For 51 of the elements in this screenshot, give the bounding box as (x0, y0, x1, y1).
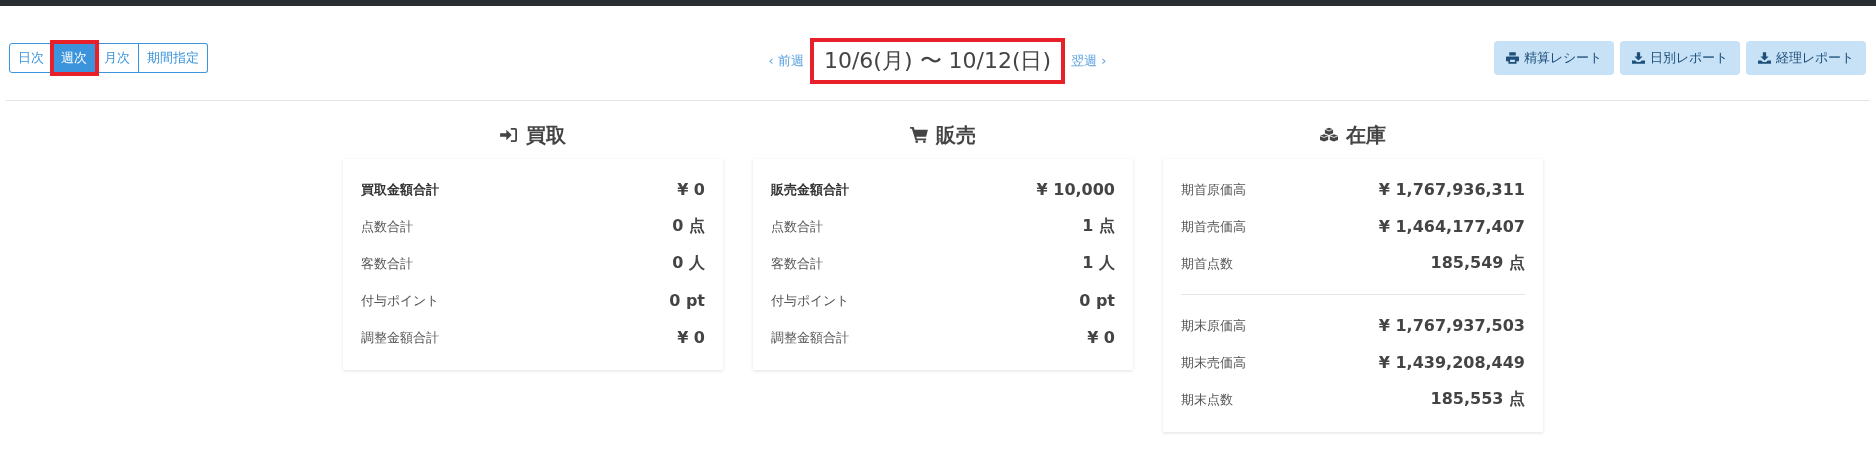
row-label: 付与ポイント (361, 291, 439, 310)
row-label: 期末売価高 (1181, 353, 1246, 372)
row-label: 調整金額合計 (361, 328, 439, 347)
row-value: 0 点 (672, 216, 705, 237)
cart-icon (910, 127, 928, 143)
section-title: 販売 (936, 121, 976, 149)
row-value: ¥ 1,767,936,311 (1378, 180, 1525, 199)
receipt-button[interactable]: 精算レシート (1494, 41, 1614, 75)
report-button[interactable]: 日別レポート (1620, 41, 1740, 75)
cubes-icon (1320, 127, 1338, 143)
section-title: 在庫 (1346, 121, 1386, 149)
row-value: 185,553 点 (1430, 389, 1525, 410)
report-button[interactable]: 経理レポート (1746, 41, 1866, 75)
period-tab[interactable]: 期間指定 (139, 43, 208, 73)
next-week-link[interactable]: 翌週 › (1071, 52, 1107, 70)
row-label: 客数合計 (361, 254, 413, 273)
row-label: 期末原価高 (1181, 316, 1246, 335)
period-tab[interactable]: 週次 (53, 43, 96, 73)
row-value: 0 pt (669, 291, 705, 310)
row-value: 185,549 点 (1430, 253, 1525, 274)
section-title: 買取 (526, 121, 566, 149)
row-label: 付与ポイント (771, 291, 849, 310)
row-label: 販売金額合計 (771, 180, 849, 199)
row-value: ¥ 1,464,177,407 (1378, 217, 1525, 236)
row-label: 調整金額合計 (771, 328, 849, 347)
row-label: 期首売価高 (1181, 217, 1246, 236)
row-value: ¥ 1,439,208,449 (1378, 353, 1525, 372)
row-value: 1 人 (1082, 253, 1115, 274)
row-label: 期末点数 (1181, 390, 1233, 409)
row-value: ¥ 0 (677, 180, 705, 199)
row-value: 0 pt (1079, 291, 1115, 310)
sign-in-icon (500, 127, 518, 143)
row-value: ¥ 1,767,937,503 (1378, 316, 1525, 335)
row-label: 点数合計 (771, 217, 823, 236)
row-label: 買取金額合計 (361, 180, 439, 199)
period-tab[interactable]: 日次 (9, 43, 53, 73)
period-tab[interactable]: 月次 (96, 43, 139, 73)
row-value: 0 人 (672, 253, 705, 274)
row-value: ¥ 0 (677, 328, 705, 347)
row-value: ¥ 10,000 (1036, 180, 1115, 199)
print-icon (1506, 52, 1519, 64)
download-icon (1758, 52, 1771, 64)
period-title: 10/6(月) 〜 10/12(日) (809, 38, 1066, 84)
row-label: 点数合計 (361, 217, 413, 236)
row-label: 期首原価高 (1181, 180, 1246, 199)
row-label: 客数合計 (771, 254, 823, 273)
row-value: ¥ 0 (1087, 328, 1115, 347)
row-value: 1 点 (1082, 216, 1115, 237)
row-label: 期首点数 (1181, 254, 1233, 273)
download-icon (1632, 52, 1645, 64)
previous-week-link[interactable]: ‹ 前週 (768, 52, 804, 70)
